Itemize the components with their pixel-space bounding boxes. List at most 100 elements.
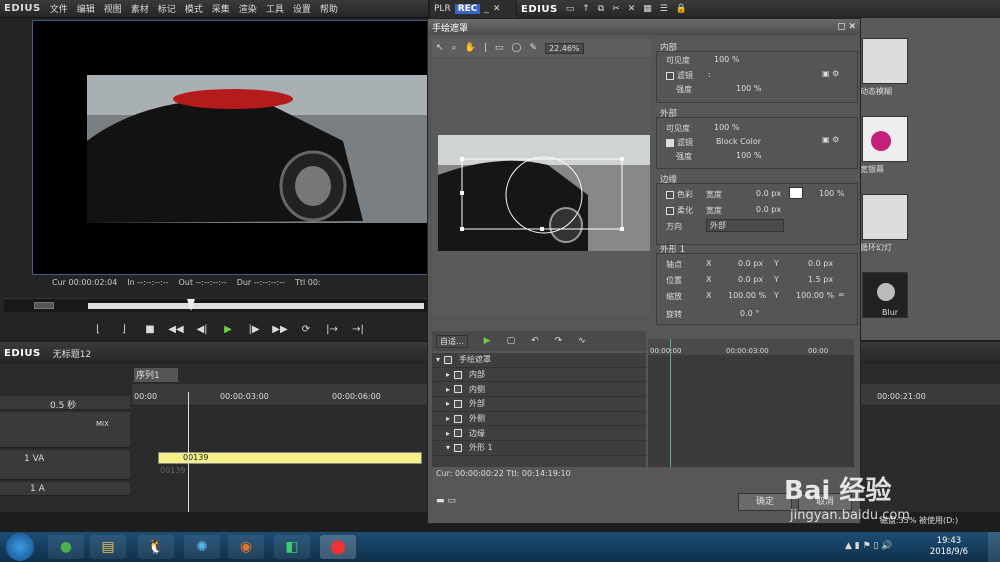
set-out-icon[interactable]: ⌋	[116, 322, 132, 336]
kf-row[interactable]: ▸ 内部	[432, 368, 646, 383]
inner-strength-value[interactable]: 100 %	[736, 84, 761, 93]
anchor-y-value[interactable]: 0.0 px	[808, 259, 833, 268]
menu-tools[interactable]: 工具	[266, 2, 284, 15]
edge-color-swatch[interactable]	[789, 187, 803, 199]
preview-monitor[interactable]	[32, 20, 429, 275]
position-y-value[interactable]: 1.5 px	[808, 275, 833, 284]
mask-preview[interactable]	[438, 135, 650, 251]
kf-row[interactable]: ▸ 外侧	[432, 412, 646, 427]
recorder-taskbar-icon[interactable]: ⬤	[320, 535, 356, 559]
select-tool-icon[interactable]: ↖	[436, 43, 444, 53]
effect-thumb-widescreen[interactable]	[862, 116, 908, 162]
audio-track-label[interactable]: 1 A	[0, 482, 130, 496]
menu-render[interactable]: 渲染	[239, 2, 257, 15]
outer-strength-value[interactable]: 100 %	[736, 151, 761, 160]
menu-file[interactable]: 文件	[50, 2, 68, 15]
line-tool-icon[interactable]: |	[484, 43, 487, 53]
close-icon[interactable]: ✕	[493, 4, 501, 14]
rotate-value[interactable]: 0.0 °	[740, 309, 759, 318]
step-back-icon[interactable]: ◀|	[194, 322, 210, 336]
menu-capture[interactable]: 采集	[212, 2, 230, 15]
menu-edit[interactable]: 编辑	[77, 2, 95, 15]
kf-undo-icon[interactable]: ↶	[531, 336, 539, 346]
brush-tool-icon[interactable]: ✎	[529, 43, 537, 53]
plr-label[interactable]: PLR	[434, 4, 451, 14]
app-icon-360[interactable]: ●	[48, 535, 84, 559]
minimize-icon[interactable]: _	[484, 4, 489, 14]
edge-direction-select[interactable]: 外部	[706, 219, 784, 232]
anchor-x-value[interactable]: 0.0 px	[738, 259, 763, 268]
set-in-icon[interactable]: ⌊	[90, 322, 106, 336]
effect-thumb-motion-blur[interactable]	[862, 38, 908, 84]
kf-play-icon[interactable]: ▶	[484, 336, 491, 346]
keyframe-preset-select[interactable]: 自适...	[436, 334, 468, 348]
edge-soft-width-value[interactable]: 0.0 px	[756, 205, 781, 214]
list-icon[interactable]: ☰	[660, 4, 668, 14]
mix-track-label[interactable]: MIX	[0, 412, 130, 448]
qq-icon[interactable]: 🐧	[138, 535, 174, 559]
start-button[interactable]	[6, 533, 34, 561]
timeline-clip[interactable]: 00139	[158, 452, 422, 464]
edge-opacity-value[interactable]: 100 %	[819, 189, 844, 198]
delete-icon[interactable]: ✕	[628, 4, 636, 14]
kf-row[interactable]: ▾ 外形 1	[432, 441, 646, 456]
tray-icons[interactable]: ▲ ▮ ⚑ ▯ 🔊	[845, 541, 893, 551]
zoom-tool-icon[interactable]: ⌕	[452, 43, 457, 53]
dialog-close-icon[interactable]: ▢ ✕	[837, 22, 860, 32]
explorer-icon[interactable]: ▤	[90, 535, 126, 559]
stop-icon[interactable]: ■	[142, 322, 158, 336]
position-x-value[interactable]: 0.0 px	[738, 275, 763, 284]
up-icon[interactable]: ↑	[582, 4, 590, 14]
scale-y-value[interactable]: 100.00 %	[796, 291, 834, 300]
outer-filter-checkbox[interactable]	[666, 138, 674, 147]
loop-icon[interactable]: ⟳	[298, 322, 314, 336]
edge-width-value[interactable]: 0.0 px	[756, 189, 781, 198]
va-track-label[interactable]: 1 VA	[0, 450, 130, 480]
kf-redo-icon[interactable]: ↷	[555, 336, 563, 346]
zoom-select[interactable]: 22.46%	[545, 42, 584, 54]
cut-icon[interactable]: ✂	[612, 4, 620, 14]
timeline-scale[interactable]: 0.5 秒	[0, 396, 130, 411]
taskbar-clock[interactable]: 19:43 2018/9/6	[930, 536, 968, 558]
edge-color-checkbox[interactable]	[666, 190, 674, 199]
kf-row[interactable]: ▸ 内侧	[432, 382, 646, 398]
edge-soft-checkbox[interactable]	[666, 206, 674, 215]
kf-cursor[interactable]	[670, 339, 671, 467]
menu-settings[interactable]: 设置	[293, 2, 311, 15]
scrubber-zoom-handle[interactable]	[34, 302, 54, 309]
kf-graph-icon[interactable]: ∿	[578, 336, 586, 346]
menu-marker[interactable]: 标记	[158, 2, 176, 15]
keyframe-timeline[interactable]: 00:00:00 00:00:03:00 00:00	[648, 339, 854, 467]
firefox-icon[interactable]: ◉	[228, 535, 264, 559]
fast-forward-icon[interactable]: ▶▶	[272, 322, 288, 336]
rewind-icon[interactable]: ◀◀	[168, 322, 184, 336]
scale-x-value[interactable]: 100.00 %	[728, 291, 766, 300]
show-desktop-button[interactable]	[988, 532, 1000, 562]
media-player-icon[interactable]: ✺	[184, 535, 220, 559]
rec-label[interactable]: REC	[454, 4, 481, 14]
hand-tool-icon[interactable]: ✋	[465, 43, 476, 53]
inner-filter-checkbox[interactable]	[666, 71, 674, 80]
menu-help[interactable]: 帮助	[320, 2, 338, 15]
menu-mode[interactable]: 模式	[185, 2, 203, 15]
kf-row[interactable]: ▸ 边缘	[432, 426, 646, 442]
menu-clip[interactable]: 素材	[131, 2, 149, 15]
effect-thumb-slideshow[interactable]	[862, 194, 908, 240]
view-icon[interactable]: ▦	[643, 4, 652, 14]
rectangle-tool-icon[interactable]: ▭	[495, 43, 504, 53]
folder-icon[interactable]: ▭	[566, 4, 575, 14]
menu-view[interactable]: 视图	[104, 2, 122, 15]
outer-visibility-value[interactable]: 100 %	[714, 123, 739, 132]
player-scrubber[interactable]	[4, 298, 428, 312]
step-forward-icon[interactable]: |▶	[246, 322, 262, 336]
kf-row[interactable]: ▸ 外部	[432, 397, 646, 412]
inner-filter-settings-icon[interactable]: ▣ ⚙	[822, 69, 839, 78]
scrubber-track[interactable]	[88, 303, 424, 309]
kf-comment-icon[interactable]: ▢	[507, 336, 516, 346]
edius-taskbar-icon[interactable]: ◧	[274, 535, 310, 559]
layout-icon[interactable]: ▬ ▭	[436, 496, 460, 506]
kf-row[interactable]: ▾ 手绘遮罩	[432, 353, 646, 368]
overwrite-icon[interactable]: →|	[350, 322, 366, 336]
play-icon[interactable]: ▶	[220, 322, 236, 336]
insert-icon[interactable]: |→	[324, 322, 340, 336]
